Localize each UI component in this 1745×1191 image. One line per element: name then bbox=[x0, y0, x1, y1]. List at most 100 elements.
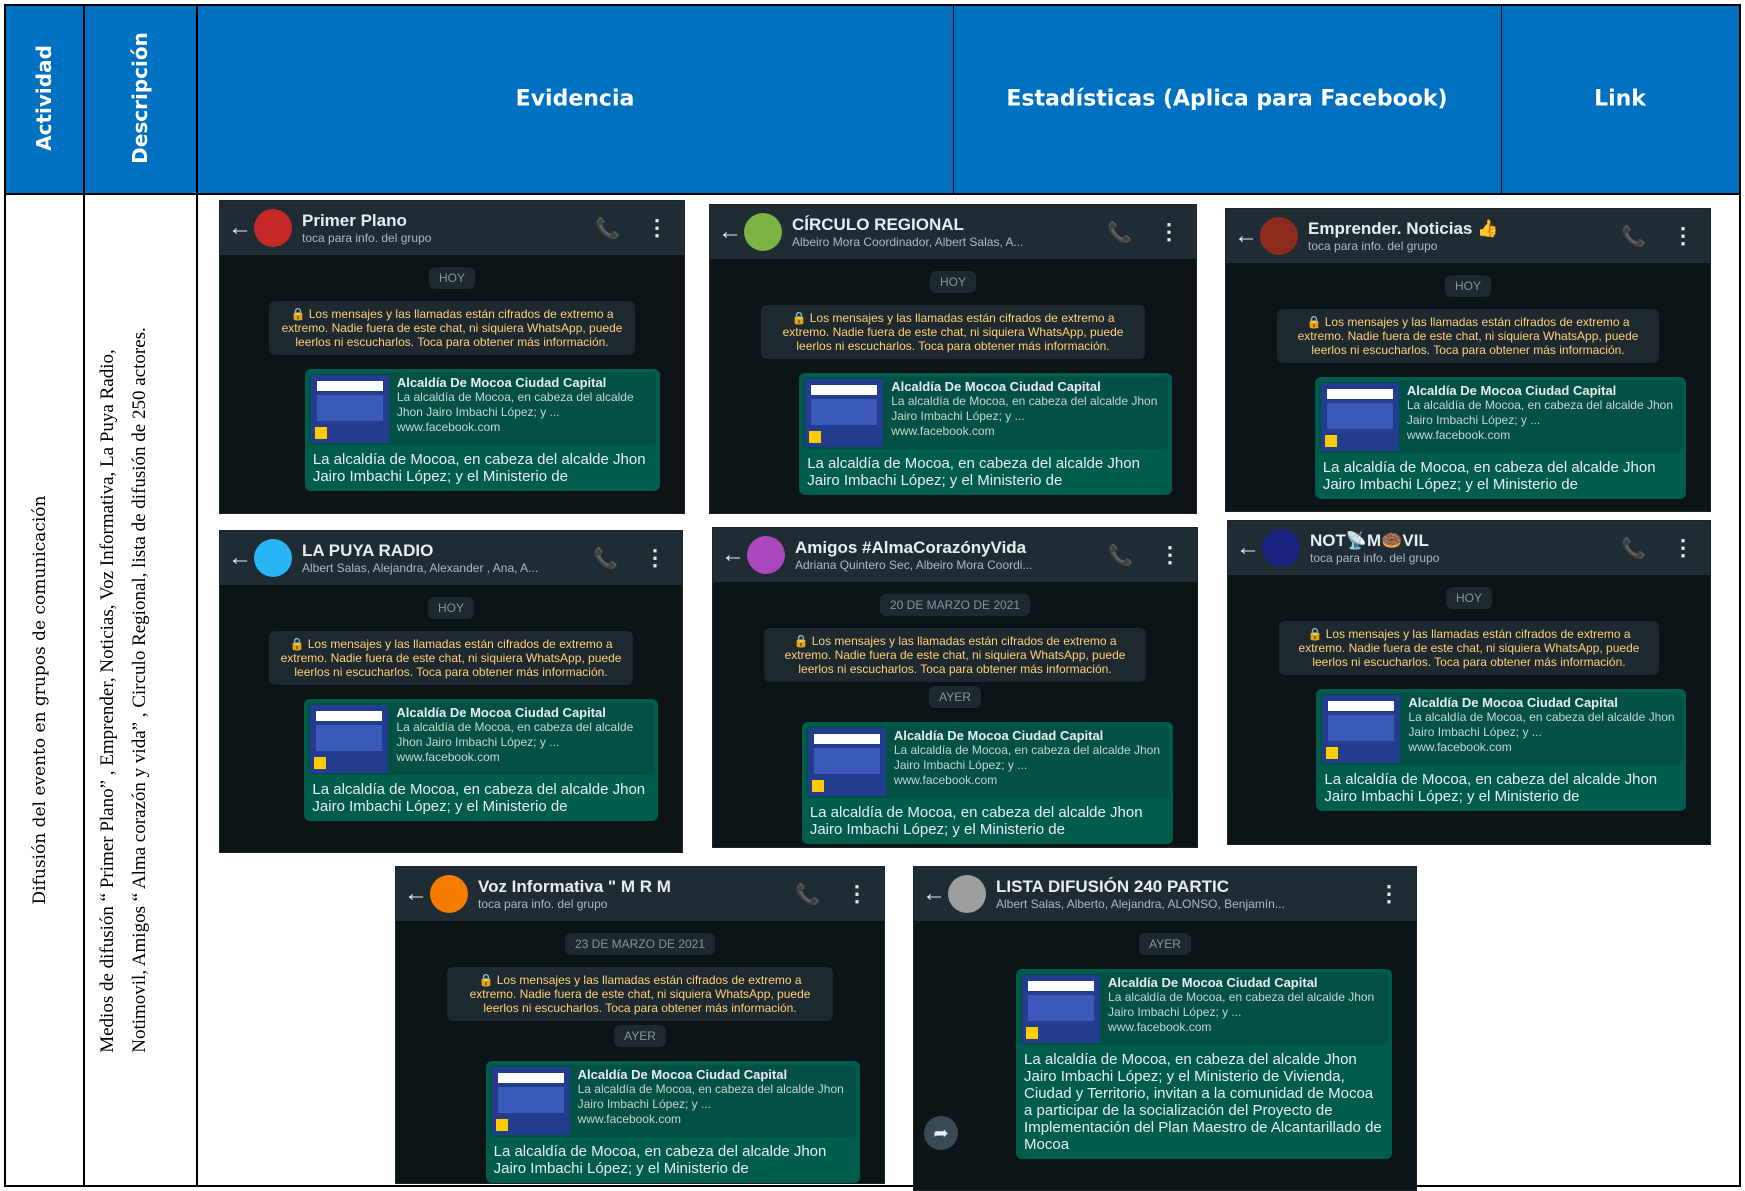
more-options-icon[interactable]: ⋮ bbox=[1672, 223, 1694, 249]
link-preview[interactable]: Alcaldía De Mocoa Ciudad Capital La alca… bbox=[308, 373, 656, 445]
back-arrow-icon[interactable]: ← bbox=[718, 218, 742, 246]
message-bubble[interactable]: Alcaldía De Mocoa Ciudad Capital La alca… bbox=[485, 1061, 860, 1183]
encryption-notice[interactable]: 🔒 Los mensajes y las llamadas están cifr… bbox=[1278, 621, 1660, 675]
message-bubble[interactable]: Alcaldía De Mocoa Ciudad Capital La alca… bbox=[304, 699, 658, 821]
link-preview[interactable]: Alcaldía De Mocoa Ciudad Capital La alca… bbox=[1020, 973, 1388, 1045]
chat-name: Voz Informativa " M R M bbox=[478, 877, 671, 896]
preview-thumbnail bbox=[1322, 695, 1401, 763]
link-preview[interactable]: Alcaldía De Mocoa Ciudad Capital La alca… bbox=[489, 1065, 856, 1137]
encryption-notice[interactable]: 🔒 Los mensajes y las llamadas están cifr… bbox=[764, 628, 1146, 682]
date-pill: HOY bbox=[929, 271, 976, 293]
chat-header: ← Emprender. Noticias 👍 toca para info. … bbox=[1226, 209, 1710, 263]
back-arrow-icon[interactable]: ← bbox=[922, 880, 946, 908]
call-add-icon[interactable]: 📞 bbox=[795, 882, 820, 907]
back-arrow-icon[interactable]: ← bbox=[404, 880, 428, 908]
preview-thumbnail bbox=[805, 379, 884, 447]
group-avatar bbox=[254, 209, 292, 247]
preview-description: La alcaldía de Mocoa, en cabeza del alca… bbox=[891, 394, 1158, 423]
call-add-icon[interactable]: 📞 bbox=[593, 546, 618, 571]
more-options-icon[interactable]: ⋮ bbox=[1159, 542, 1181, 568]
header-row bbox=[4, 4, 1741, 193]
link-preview[interactable]: Alcaldía De Mocoa Ciudad Capital La alca… bbox=[805, 726, 1169, 798]
chat-body: HOY 🔒 Los mensajes y las llamadas están … bbox=[220, 255, 684, 499]
group-avatar bbox=[254, 539, 292, 577]
link-preview[interactable]: Alcaldía De Mocoa Ciudad Capital La alca… bbox=[1318, 381, 1682, 453]
call-add-icon[interactable]: 📞 bbox=[1621, 224, 1646, 249]
message-bubble[interactable]: Alcaldía De Mocoa Ciudad Capital La alca… bbox=[801, 722, 1173, 844]
header-evidencia: Evidencia bbox=[515, 86, 635, 112]
preview-url: www.facebook.com bbox=[577, 1112, 681, 1126]
preview-thumbnail bbox=[1320, 383, 1399, 451]
encryption-notice[interactable]: 🔒 Los mensajes y las llamadas están cifr… bbox=[1277, 309, 1659, 363]
chat-name: LA PUYA RADIO bbox=[302, 541, 434, 560]
call-add-icon[interactable]: 📞 bbox=[1107, 220, 1132, 245]
more-options-icon[interactable]: ⋮ bbox=[646, 215, 668, 241]
back-arrow-icon[interactable]: ← bbox=[1234, 222, 1258, 250]
back-arrow-icon[interactable]: ← bbox=[228, 214, 252, 242]
preview-url: www.facebook.com bbox=[891, 424, 995, 438]
chat-name: CÍRCULO REGIONAL bbox=[792, 215, 964, 234]
whatsapp-chat-screenshot: ← Emprender. Noticias 👍 toca para info. … bbox=[1225, 208, 1711, 512]
whatsapp-chat-screenshot: ← Voz Informativa " M R M toca para info… bbox=[395, 866, 885, 1184]
preview-title: Alcaldía De Mocoa Ciudad Capital bbox=[1408, 695, 1618, 710]
forward-icon[interactable]: ➦ bbox=[924, 1116, 958, 1150]
more-options-icon[interactable]: ⋮ bbox=[1378, 881, 1400, 907]
chat-body: HOY 🔒 Los mensajes y las llamadas están … bbox=[220, 585, 682, 829]
preview-title: Alcaldía De Mocoa Ciudad Capital bbox=[891, 379, 1101, 394]
more-options-icon[interactable]: ⋮ bbox=[644, 545, 666, 571]
more-options-icon[interactable]: ⋮ bbox=[1158, 219, 1180, 245]
actividad-cell: Difusión del evento en grupos de comunic… bbox=[30, 495, 50, 905]
call-add-icon[interactable]: 📞 bbox=[595, 216, 620, 241]
header-link: Link bbox=[1594, 86, 1646, 112]
back-arrow-icon[interactable]: ← bbox=[721, 541, 745, 569]
group-avatar bbox=[744, 213, 782, 251]
back-arrow-icon[interactable]: ← bbox=[228, 544, 252, 572]
encryption-notice[interactable]: 🔒 Los mensajes y las llamadas están cifr… bbox=[268, 301, 636, 355]
preview-thumbnail bbox=[1022, 975, 1101, 1043]
encryption-notice[interactable]: 🔒 Los mensajes y las llamadas están cifr… bbox=[268, 631, 634, 685]
message-text: La alcaldía de Mocoa, en cabeza del alca… bbox=[312, 451, 646, 485]
preview-thumbnail bbox=[310, 705, 389, 773]
preview-title: Alcaldía De Mocoa Ciudad Capital bbox=[577, 1067, 788, 1082]
date-pill: AYER bbox=[1139, 933, 1191, 955]
descripcion-line-1: Medios de difusión “ Primer Plano” , Emp… bbox=[97, 349, 118, 1053]
group-avatar bbox=[1262, 529, 1300, 567]
chat-header: ← CÍRCULO REGIONAL Albeiro Mora Coordina… bbox=[710, 205, 1196, 259]
message-bubble[interactable]: Alcaldía De Mocoa Ciudad Capital La alca… bbox=[1016, 969, 1392, 1159]
date-pill: HOY bbox=[428, 267, 475, 289]
whatsapp-chat-screenshot: ← Amigos #AlmaCorazónyVida Adriana Quint… bbox=[712, 527, 1198, 848]
call-add-icon[interactable]: 📞 bbox=[1621, 536, 1646, 561]
link-preview[interactable]: Alcaldía De Mocoa Ciudad Capital La alca… bbox=[1320, 693, 1682, 765]
more-options-icon[interactable]: ⋮ bbox=[1672, 535, 1694, 561]
message-bubble[interactable]: Alcaldía De Mocoa Ciudad Capital La alca… bbox=[1316, 689, 1686, 811]
chat-subtitle: Adriana Quintero Sec, Albeiro Mora Coord… bbox=[795, 558, 1033, 572]
message-text: La alcaldía de Mocoa, en cabeza del alca… bbox=[807, 455, 1140, 489]
preview-thumbnail bbox=[807, 728, 886, 796]
more-options-icon[interactable]: ⋮ bbox=[846, 881, 868, 907]
group-avatar bbox=[747, 536, 785, 574]
whatsapp-chat-screenshot: ← LISTA DIFUSIÓN 240 PARTIC Albert Salas… bbox=[913, 866, 1417, 1191]
chat-body: 23 DE MARZO DE 2021 🔒 Los mensajes y las… bbox=[396, 921, 884, 1183]
message-text: La alcaldía de Mocoa, en cabeza del alca… bbox=[1324, 771, 1658, 805]
encryption-notice[interactable]: 🔒 Los mensajes y las llamadas están cifr… bbox=[447, 967, 833, 1021]
preview-description: La alcaldía de Mocoa, en cabeza del alca… bbox=[1408, 710, 1675, 739]
message-bubble[interactable]: Alcaldía De Mocoa Ciudad Capital La alca… bbox=[1314, 377, 1686, 499]
encryption-notice[interactable]: 🔒 Los mensajes y las llamadas están cifr… bbox=[761, 305, 1145, 359]
descripcion-cell: Medios de difusión “ Primer Plano” , Emp… bbox=[92, 327, 156, 1053]
link-preview[interactable]: Alcaldía De Mocoa Ciudad Capital La alca… bbox=[308, 703, 654, 775]
message-text: La alcaldía de Mocoa, en cabeza del alca… bbox=[1322, 459, 1656, 493]
link-preview[interactable]: Alcaldía De Mocoa Ciudad Capital La alca… bbox=[803, 377, 1168, 449]
message-text: La alcaldía de Mocoa, en cabeza del alca… bbox=[1024, 1051, 1382, 1153]
whatsapp-chat-screenshot: ← CÍRCULO REGIONAL Albeiro Mora Coordina… bbox=[709, 204, 1197, 514]
message-bubble[interactable]: Alcaldía De Mocoa Ciudad Capital La alca… bbox=[799, 373, 1172, 495]
call-add-icon[interactable]: 📞 bbox=[1108, 543, 1133, 568]
preview-description: La alcaldía de Mocoa, en cabeza del alca… bbox=[1108, 990, 1375, 1019]
chat-body: HOY 🔒 Los mensajes y las llamadas están … bbox=[1226, 263, 1710, 507]
chat-body: 20 DE MARZO DE 2021 🔒 Los mensajes y las… bbox=[713, 582, 1197, 847]
group-avatar bbox=[1260, 217, 1298, 255]
chat-header: ← Voz Informativa " M R M toca para info… bbox=[396, 867, 884, 921]
preview-title: Alcaldía De Mocoa Ciudad Capital bbox=[396, 375, 607, 390]
back-arrow-icon[interactable]: ← bbox=[1236, 534, 1260, 562]
preview-title: Alcaldía De Mocoa Ciudad Capital bbox=[893, 728, 1104, 743]
message-bubble[interactable]: Alcaldía De Mocoa Ciudad Capital La alca… bbox=[304, 369, 660, 491]
